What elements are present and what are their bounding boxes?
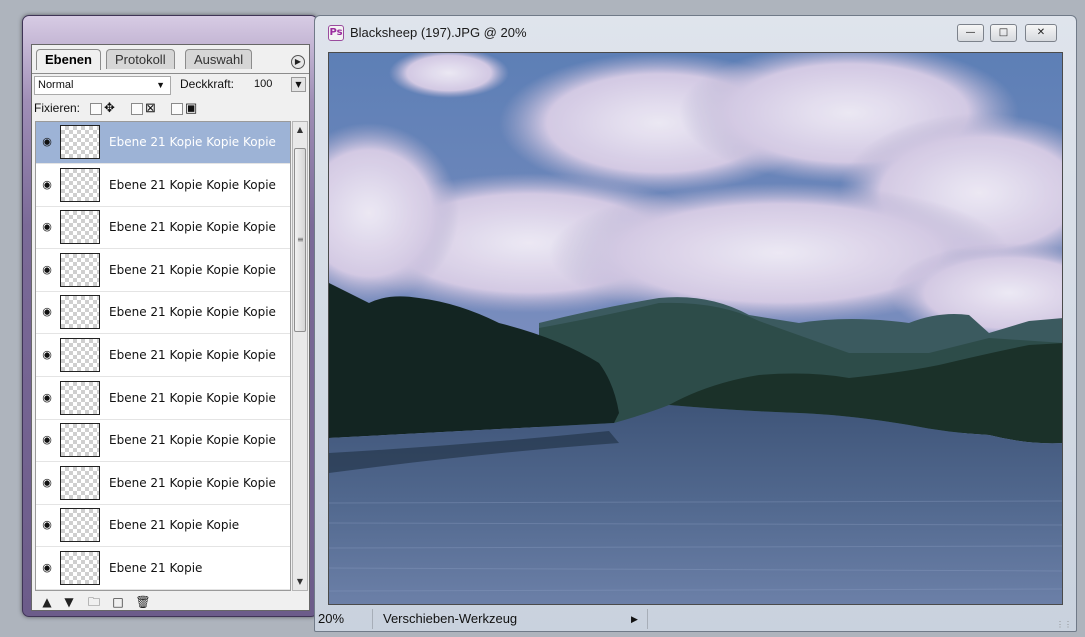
layer-list-scrollbar[interactable]: ▲ ≡ ▼ bbox=[292, 121, 308, 591]
status-bar: 20% Verschieben-Werkzeug ▶ ⋮⋮ bbox=[315, 607, 1076, 631]
tab-protokoll[interactable]: Protokoll bbox=[106, 49, 175, 69]
layer-thumbnail bbox=[60, 252, 100, 287]
minimize-button[interactable]: — bbox=[957, 24, 984, 42]
move-icon: ✥ bbox=[104, 100, 115, 115]
layer-name: Ebene 21 Kopie Kopie Kopie bbox=[109, 475, 276, 490]
layer-row[interactable]: ◉ Ebene 21 Kopie Kopie Kopie bbox=[36, 377, 290, 420]
visibility-eye-icon[interactable]: ◉ bbox=[40, 433, 54, 447]
opacity-dropdown-button[interactable]: ▼ bbox=[291, 77, 306, 92]
transparency-icon: ⊠ bbox=[145, 100, 156, 115]
layer-thumbnail bbox=[60, 210, 100, 245]
layer-row[interactable]: ◉ Ebene 21 Kopie Kopie Kopie bbox=[36, 462, 290, 505]
layer-thumbnail bbox=[60, 167, 100, 202]
scroll-up-icon[interactable]: ▲ bbox=[293, 122, 307, 138]
layer-row[interactable]: ◉ Ebene 21 Kopie bbox=[36, 548, 290, 590]
palette-tabs: Ebenen Protokoll Auswahl ▶ bbox=[32, 49, 309, 74]
layer-name: Ebene 21 Kopie bbox=[109, 561, 203, 575]
opacity-label: Deckkraft: bbox=[180, 77, 235, 91]
status-tool: Verschieben-Werkzeug ▶ bbox=[383, 609, 648, 629]
layer-name: Ebene 21 Kopie Kopie Kopie bbox=[109, 262, 276, 277]
app-icon: Ps bbox=[328, 25, 344, 41]
visibility-eye-icon[interactable]: ◉ bbox=[40, 135, 54, 149]
status-tool-name: Verschieben-Werkzeug bbox=[383, 611, 518, 626]
layer-thumbnail bbox=[60, 338, 100, 372]
lock-label: Fixieren: bbox=[34, 101, 81, 115]
status-menu-arrow-icon[interactable]: ▶ bbox=[631, 609, 638, 629]
layer-row[interactable]: ◉ Ebene 21 Kopie Kopie Kopie bbox=[36, 420, 290, 463]
resize-grip-icon[interactable]: ⋮⋮ bbox=[1056, 620, 1072, 629]
layer-name: Ebene 21 Kopie Kopie Kopie bbox=[109, 220, 276, 235]
layer-name: Ebene 21 Kopie Kopie Kopie bbox=[109, 348, 276, 362]
tabs-divider bbox=[32, 73, 309, 74]
visibility-eye-icon[interactable]: ◉ bbox=[40, 518, 54, 532]
visibility-eye-icon[interactable]: ◉ bbox=[40, 263, 54, 277]
new-folder-icon[interactable]: 🗀 bbox=[86, 594, 102, 610]
tab-ebenen[interactable]: Ebenen bbox=[36, 49, 101, 70]
layer-row[interactable]: ◉ Ebene 21 Kopie Kopie Kopie bbox=[36, 249, 290, 292]
visibility-eye-icon[interactable]: ◉ bbox=[40, 391, 54, 405]
image-canvas[interactable] bbox=[328, 52, 1063, 605]
layer-row[interactable]: ◉ Ebene 21 Kopie Kopie Kopie bbox=[36, 292, 290, 335]
visibility-eye-icon[interactable]: ◉ bbox=[40, 178, 54, 192]
trash-icon[interactable]: 🗑 bbox=[135, 594, 151, 610]
new-layer-icon[interactable]: □ bbox=[110, 594, 126, 610]
scroll-down-icon[interactable]: ▼ bbox=[293, 574, 307, 590]
lock-row: Fixieren: ✥ ⊠ ▣ bbox=[34, 100, 307, 118]
landscape-photo bbox=[329, 53, 1062, 604]
layer-row[interactable]: ◉ Ebene 21 Kopie Kopie bbox=[36, 505, 290, 548]
lock-icon: ▣ bbox=[185, 100, 198, 115]
visibility-eye-icon[interactable]: ◉ bbox=[40, 476, 54, 490]
maximize-button[interactable]: □ bbox=[990, 24, 1017, 42]
document-window: Ps Blacksheep (197).JPG @ 20% — □ ✕ 20% … bbox=[314, 15, 1077, 632]
lock-transparency-checkbox[interactable] bbox=[131, 103, 143, 115]
move-up-icon[interactable]: ▲ bbox=[39, 594, 55, 610]
layer-thumbnail bbox=[60, 465, 100, 500]
layer-thumbnail bbox=[60, 508, 100, 543]
layers-palette-body: Ebenen Protokoll Auswahl ▶ Normal ▼ Deck… bbox=[31, 44, 310, 611]
layer-row[interactable]: ◉ Ebene 21 Kopie Kopie Kopie bbox=[36, 207, 290, 250]
palette-menu-icon[interactable]: ▶ bbox=[291, 55, 305, 69]
blend-row: Normal ▼ Deckkraft: 100 ▼ bbox=[34, 76, 307, 96]
visibility-eye-icon[interactable]: ◉ bbox=[40, 348, 54, 362]
visibility-eye-icon[interactable]: ◉ bbox=[40, 220, 54, 234]
layer-row[interactable]: ◉ Ebene 21 Kopie Kopie Kopie bbox=[36, 335, 290, 377]
zoom-level[interactable]: 20% bbox=[315, 609, 373, 629]
document-titlebar[interactable]: Ps Blacksheep (197).JPG @ 20% — □ ✕ bbox=[315, 16, 1076, 52]
layer-thumbnail bbox=[60, 423, 100, 458]
layer-row[interactable]: ◉ Ebene 21 Kopie Kopie Kopie bbox=[36, 164, 290, 207]
document-title: Blacksheep (197).JPG @ 20% bbox=[350, 25, 527, 40]
opacity-input[interactable]: 100 bbox=[254, 78, 272, 90]
layer-name: Ebene 21 Kopie Kopie Kopie bbox=[109, 390, 276, 405]
blend-mode-value: Normal bbox=[38, 79, 74, 91]
layer-name: Ebene 21 Kopie Kopie Kopie bbox=[109, 177, 276, 192]
lock-all-checkbox[interactable] bbox=[171, 103, 183, 115]
layer-name: Ebene 21 Kopie Kopie bbox=[109, 518, 240, 533]
layer-name: Ebene 21 Kopie Kopie Kopie bbox=[109, 135, 276, 149]
layer-thumbnail bbox=[60, 380, 100, 415]
layer-list: ◉ Ebene 21 Kopie Kopie Kopie ◉ Ebene 21 Kop… bbox=[35, 121, 291, 591]
layer-name: Ebene 21 Kopie Kopie Kopie bbox=[109, 433, 276, 448]
layers-palette: Ebenen Protokoll Auswahl ▶ Normal ▼ Deck… bbox=[22, 15, 318, 617]
layer-name: Ebene 21 Kopie Kopie Kopie bbox=[109, 305, 276, 320]
lock-position-checkbox[interactable] bbox=[90, 103, 102, 115]
layer-thumbnail bbox=[60, 125, 100, 159]
palette-footer: ▲ ▼ 🗀 □ 🗑 bbox=[32, 594, 309, 610]
chevron-down-icon: ▼ bbox=[156, 80, 165, 90]
visibility-eye-icon[interactable]: ◉ bbox=[40, 305, 54, 319]
layer-thumbnail bbox=[60, 295, 100, 330]
scrollbar-thumb[interactable]: ≡ bbox=[294, 148, 306, 332]
layer-row[interactable]: ◉ Ebene 21 Kopie Kopie Kopie bbox=[36, 122, 290, 164]
grip-icon: ≡ bbox=[297, 235, 304, 244]
layer-thumbnail bbox=[60, 551, 100, 585]
tab-auswahl[interactable]: Auswahl bbox=[185, 49, 253, 69]
close-button[interactable]: ✕ bbox=[1025, 24, 1057, 42]
move-down-icon[interactable]: ▼ bbox=[61, 594, 77, 610]
visibility-eye-icon[interactable]: ◉ bbox=[40, 561, 54, 575]
blend-mode-select[interactable]: Normal ▼ bbox=[34, 76, 171, 95]
